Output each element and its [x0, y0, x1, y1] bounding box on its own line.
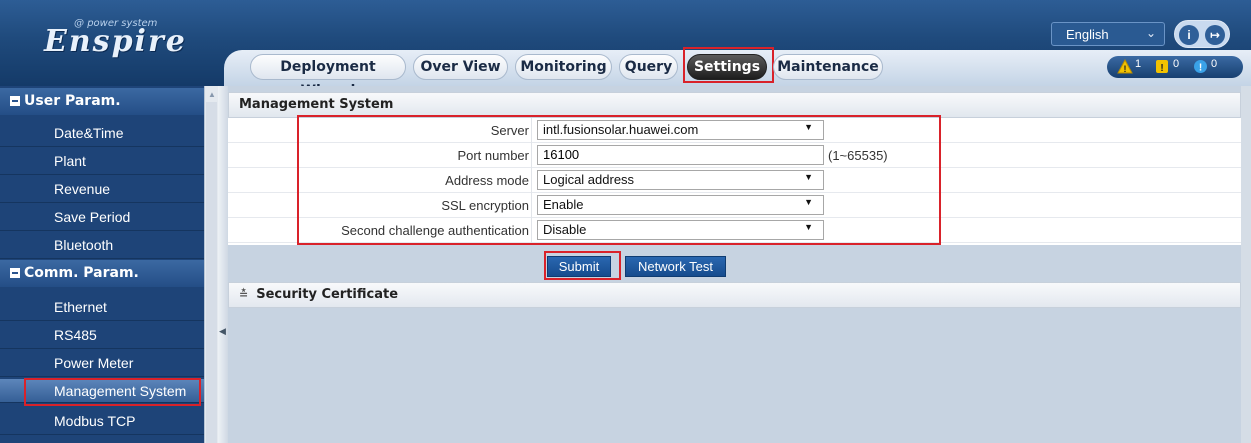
sidebar-item-save-period[interactable]: Save Period	[0, 203, 204, 231]
svg-text:!: !	[1199, 63, 1202, 74]
language-select[interactable]: English ⌄	[1051, 22, 1165, 46]
collapse-icon	[10, 96, 20, 106]
section-title: User Param.	[24, 93, 121, 109]
sidebar-item-bluetooth[interactable]: Bluetooth	[0, 231, 204, 259]
sidebar-scrollbar[interactable]: ▲	[204, 86, 218, 443]
header-button-group: i ↦	[1174, 20, 1230, 48]
alarm-summary[interactable]: ! 1 ! 0 ! 0	[1107, 56, 1243, 78]
highlight-box-settings-tab	[683, 47, 774, 83]
expand-icon[interactable]: ≛	[239, 288, 248, 301]
main-scrollbar[interactable]	[1241, 86, 1251, 443]
highlight-box-submit	[544, 251, 621, 280]
scrollbar-thumb[interactable]	[206, 102, 217, 443]
svg-text:!: !	[1160, 63, 1163, 74]
section-title: Comm. Param.	[24, 265, 139, 281]
logo-title: Enspire	[44, 24, 187, 59]
enspire-logo: @ power system Enspire	[44, 14, 204, 64]
warning-alarm-count: 0	[1211, 58, 1218, 70]
chevron-down-icon: ⌄	[1145, 26, 1156, 40]
major-alarm-count: 1	[1135, 58, 1142, 70]
language-value: English	[1066, 27, 1109, 42]
minor-alarm-icon: !	[1156, 60, 1168, 74]
tab-maintenance[interactable]: Maintenance	[773, 54, 883, 80]
collapse-icon	[10, 268, 20, 278]
tab-deployment-wizard[interactable]: Deployment Wizard	[250, 54, 406, 99]
network-test-button[interactable]: Network Test	[625, 256, 726, 277]
tab-monitoring[interactable]: Monitoring	[515, 54, 612, 80]
sidebar-item-power-meter[interactable]: Power Meter	[0, 349, 204, 377]
section-title: Security Certificate	[256, 287, 399, 302]
collapse-left-icon[interactable]: ◀	[219, 326, 226, 337]
tab-query[interactable]: Query	[619, 54, 678, 80]
sidebar-item-rs485[interactable]: RS485	[0, 321, 204, 349]
highlight-box-management-system	[24, 378, 201, 406]
sidebar-item-modbus-tcp[interactable]: Modbus TCP	[0, 407, 204, 435]
sidebar-item-plant[interactable]: Plant	[0, 147, 204, 175]
sidebar-section-comm-param[interactable]: Comm. Param.	[0, 260, 204, 287]
sidebar-item-revenue[interactable]: Revenue	[0, 175, 204, 203]
highlight-box-form	[297, 115, 941, 245]
warning-triangle-icon: !	[1117, 59, 1133, 74]
info-icon[interactable]: i	[1179, 25, 1199, 45]
sidebar-item-date-time[interactable]: Date&Time	[0, 119, 204, 147]
security-certificate-section[interactable]: ≛ Security Certificate	[228, 282, 1241, 308]
svg-text:!: !	[1124, 64, 1127, 74]
info-alarm-icon: !	[1194, 60, 1207, 74]
sidebar-item-ethernet[interactable]: Ethernet	[0, 293, 204, 321]
scroll-up-icon[interactable]: ▲	[208, 90, 216, 99]
sidebar-section-user-param[interactable]: User Param.	[0, 88, 204, 115]
minor-alarm-count: 0	[1173, 58, 1180, 70]
panel-splitter[interactable]: ◀	[218, 86, 228, 443]
logout-icon[interactable]: ↦	[1205, 25, 1225, 45]
tab-over-view[interactable]: Over View	[413, 54, 508, 80]
